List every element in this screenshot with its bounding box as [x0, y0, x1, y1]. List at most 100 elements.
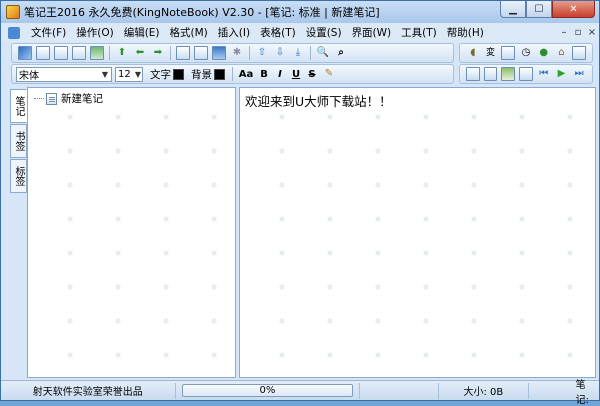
close-button[interactable]: ✕ — [552, 1, 595, 18]
menu-interface[interactable]: 界面(W) — [347, 25, 397, 40]
move-right-icon[interactable]: ➡ — [151, 46, 165, 60]
toolbar-separator — [170, 46, 171, 60]
save-icon[interactable] — [212, 46, 226, 60]
note-icon — [46, 92, 57, 105]
editor-area[interactable]: 欢迎来到U大师下载站！！ — [239, 87, 596, 378]
mdi-close-icon[interactable]: × — [585, 27, 599, 38]
status-note: 笔记: — [575, 379, 590, 406]
arrow-down-icon[interactable]: ⇩ — [273, 46, 287, 60]
menu-edit[interactable]: 编辑(E) — [119, 25, 165, 40]
app-logo-icon — [6, 5, 20, 19]
arrow-up-icon[interactable]: ⇧ — [255, 46, 269, 60]
tab-bookmarks[interactable]: 书签 — [10, 124, 27, 158]
settings-gear-icon[interactable]: ✱ — [230, 46, 244, 60]
toolbar-separator — [310, 46, 311, 60]
layout-icon[interactable] — [72, 46, 86, 60]
maximize-button[interactable]: ☐ — [526, 1, 552, 18]
tree-connector — [34, 98, 44, 99]
menu-help[interactable]: 帮助(H) — [442, 25, 489, 40]
fullscreen-icon[interactable] — [572, 46, 587, 60]
keyboard-icon[interactable] — [501, 46, 516, 60]
menu-format[interactable]: 格式(M) — [165, 25, 213, 40]
tab-notes[interactable]: 笔记 — [10, 89, 27, 123]
editor-content[interactable]: 欢迎来到U大师下载站！！ — [245, 91, 392, 110]
search-replace-icon[interactable]: ⌕ — [334, 46, 348, 60]
menu-bar: 文件(F) 操作(O) 编辑(E) 格式(M) 插入(I) 表格(T) 设置(S… — [1, 23, 599, 42]
underline-button[interactable]: U — [289, 69, 303, 80]
menu-tools[interactable]: 工具(T) — [396, 25, 442, 40]
clock-icon[interactable]: ◷ — [519, 46, 533, 60]
tree-item[interactable]: 新建笔记 — [34, 91, 103, 106]
pen-icon[interactable] — [18, 46, 32, 60]
bg-color-label: 背景 — [191, 68, 212, 81]
font-size-select[interactable]: 12 ▼ — [115, 66, 143, 82]
menu-table[interactable]: 表格(T) — [255, 25, 301, 40]
move-up-icon[interactable]: ⬆ — [115, 46, 129, 60]
skip-back-icon[interactable]: ⏮ — [537, 67, 551, 81]
font-size-value: 12 — [118, 68, 131, 80]
text-color-swatch[interactable] — [173, 68, 184, 80]
chevron-down-icon: ▼ — [101, 69, 109, 79]
window-layout-icon[interactable] — [466, 67, 480, 81]
progress-bar: 0% — [181, 384, 354, 397]
bold-button[interactable]: B — [257, 69, 271, 80]
tree-item-label: 新建笔记 — [61, 93, 103, 105]
skip-forward-icon[interactable]: ⏭ — [572, 67, 586, 81]
status-empty-cell — [359, 382, 439, 399]
right-toolbar-top: ◖ 変 ◷ ● ⌂ — [459, 43, 593, 63]
menu-insert[interactable]: 插入(I) — [213, 25, 255, 40]
background-pattern — [28, 88, 235, 377]
font-family-select[interactable]: 宋体 ▼ — [16, 66, 112, 82]
text-color-label: 文字 — [150, 68, 171, 81]
minimize-button[interactable]: ▁ — [500, 1, 526, 18]
side-tabs: 笔记 书签 标签 — [10, 89, 27, 194]
export-icon[interactable] — [90, 46, 104, 60]
speaker-icon[interactable]: ◖ — [466, 46, 480, 60]
format-toolbar: 宋体 ▼ 12 ▼ 文字 背景 Aa B I U S ✎ — [11, 64, 454, 84]
status-bar: 射天软件实验室荣誉出品 0% 大小: 0B 笔记: — [1, 379, 599, 406]
home-icon[interactable]: ⌂ — [555, 46, 569, 60]
menu-operation[interactable]: 操作(O) — [71, 25, 118, 40]
menu-file[interactable]: 文件(F) — [26, 25, 71, 40]
picture-icon[interactable] — [501, 67, 516, 81]
chevron-down-icon: ▼ — [134, 69, 142, 79]
status-size: 大小: 0B — [439, 382, 529, 399]
status-credits: 射天软件实验室荣誉出品 — [1, 382, 176, 399]
status-spacer — [529, 383, 574, 399]
toolbar-separator — [232, 67, 233, 81]
menu-settings[interactable]: 设置(S) — [301, 25, 347, 40]
play-icon[interactable]: ▶ — [555, 67, 569, 81]
bg-color-swatch[interactable] — [214, 68, 225, 80]
toolbar-separator — [249, 46, 250, 60]
new-note-icon[interactable] — [36, 46, 50, 60]
info-icon[interactable] — [519, 67, 533, 81]
new-folder-icon[interactable] — [54, 46, 68, 60]
format-brush-icon[interactable]: ✎ — [322, 67, 336, 81]
grid-icon[interactable] — [483, 67, 498, 81]
strikethrough-button[interactable]: S — [305, 69, 319, 80]
font-family-value: 宋体 — [19, 70, 39, 82]
menu-app-icon[interactable] — [8, 26, 20, 39]
window-controls: ▁ ☐ ✕ — [500, 1, 595, 18]
arrow-bottom-icon[interactable]: ⤓ — [291, 46, 305, 60]
translate-icon[interactable]: 変 — [484, 46, 498, 60]
toolbar-separator — [109, 46, 110, 60]
mdi-restore-icon[interactable]: ▫ — [571, 27, 585, 38]
app-window: 笔记王2016 永久免费(KingNoteBook) V2.30 - [笔记: … — [0, 0, 600, 406]
italic-button[interactable]: I — [273, 69, 287, 80]
title-bar: 笔记王2016 永久免费(KingNoteBook) V2.30 - [笔记: … — [1, 1, 599, 23]
window-title: 笔记王2016 永久免费(KingNoteBook) V2.30 - [笔记: … — [24, 6, 380, 19]
font-case-button[interactable]: Aa — [237, 69, 255, 80]
find-icon[interactable]: 🔍 — [316, 46, 330, 60]
move-left-icon[interactable]: ⬅ — [133, 46, 147, 60]
globe-icon[interactable]: ● — [537, 46, 551, 60]
image-icon[interactable] — [194, 46, 208, 60]
progress-text: 0% — [259, 385, 276, 396]
document-icon[interactable] — [176, 46, 190, 60]
right-toolbar-bottom: ⏮ ▶ ⏭ — [459, 64, 593, 84]
mdi-minimize-icon[interactable]: – — [557, 27, 571, 38]
note-tree-panel[interactable]: 新建笔记 — [27, 87, 236, 378]
background-pattern — [240, 88, 595, 377]
tab-tags[interactable]: 标签 — [10, 159, 27, 193]
main-toolbar: ⬆ ⬅ ➡ ✱ ⇧ ⇩ ⤓ 🔍 ⌕ — [11, 43, 454, 63]
